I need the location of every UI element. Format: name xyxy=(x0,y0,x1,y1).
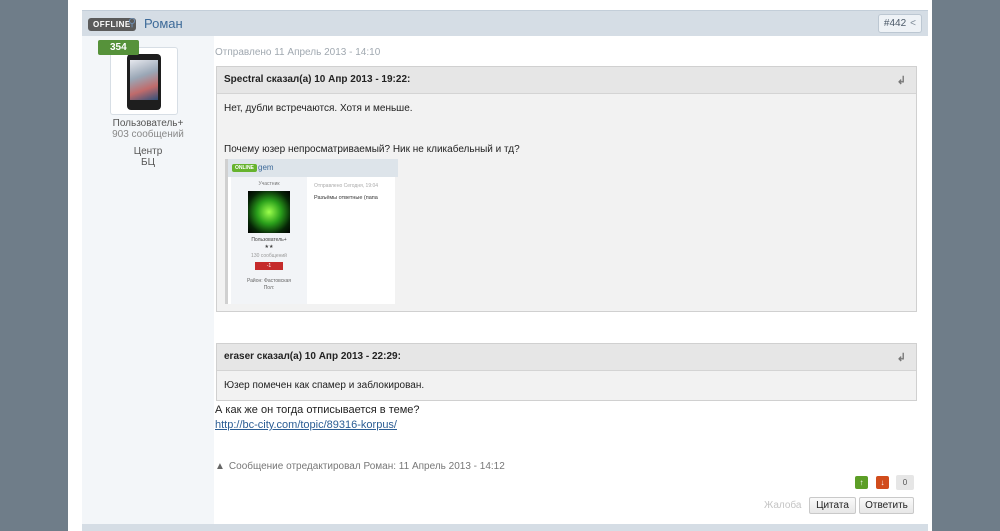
forum-page: OFFLINE ⚲ Роман #442 < 354 Пользователь+ … xyxy=(68,0,932,531)
share-icon: < xyxy=(910,18,916,29)
phone-avatar-image xyxy=(127,54,161,110)
post-header: OFFLINE ⚲ Роман #442 < xyxy=(82,10,928,36)
quote-line: Почему юзер непросматриваемый? Ник не кл… xyxy=(224,144,520,155)
author-rank: Пользователь+ xyxy=(112,118,184,129)
vote-down-button[interactable]: ↓ xyxy=(876,476,889,489)
biohazard-avatar-image xyxy=(248,191,290,233)
embedded-date: Отправлено Сегодня, 19:04 xyxy=(314,183,379,189)
page-background-right xyxy=(932,0,1000,531)
quote-header: eraser сказал(а) 10 Апр 2013 - 22:29: ↲ xyxy=(217,344,916,371)
edit-note: ▲ Сообщение отредактировал Роман: 11 Апре… xyxy=(215,461,505,472)
page-background-left xyxy=(0,0,68,531)
jump-to-quote-icon[interactable]: ↲ xyxy=(897,74,906,87)
embedded-stars: ★★ xyxy=(264,244,274,250)
embedded-rep: -1 xyxy=(255,262,283,270)
author-name-link[interactable]: Роман xyxy=(144,16,183,31)
embedded-gender: Пол: xyxy=(263,285,275,291)
reputation-badge: 354 xyxy=(98,40,139,55)
warning-icon: ▲ xyxy=(215,461,225,472)
quote-line: Юзер помечен как спамер и заблокирован. xyxy=(224,380,425,391)
embedded-region: Район: Фастовская xyxy=(246,278,292,284)
embedded-screenshot: ONLINE gem Участник Пользователь+ ★★ 130… xyxy=(225,159,398,304)
jump-to-quote-icon[interactable]: ↲ xyxy=(897,351,906,364)
embedded-author-name: gem xyxy=(258,163,274,172)
quote-line: Нет, дубли встречаются. Хотя и меньше. xyxy=(224,103,413,114)
quote-body: Юзер помечен как спамер и заблокирован. xyxy=(217,371,916,400)
quote-author: Spectral сказал(а) 10 Апр 2013 - 19:22: xyxy=(224,74,411,85)
post-text: А как же он тогда отписывается в теме? xyxy=(215,404,420,416)
embedded-rank: Пользователь+ xyxy=(251,237,287,243)
embedded-posts: 130 сообщений xyxy=(251,253,287,259)
embedded-status-badge: ONLINE xyxy=(232,164,257,172)
edit-note-text: Сообщение отредактировал Роман: 11 Апрел… xyxy=(228,461,505,472)
post-link[interactable]: http://bc-city.com/topic/89316-korpus/ xyxy=(215,419,397,431)
author-location-line2: БЦ xyxy=(141,157,155,168)
post-number: #442 xyxy=(883,18,907,29)
author-location-line1: Центр xyxy=(133,146,163,157)
next-post-header xyxy=(82,524,928,531)
avatar[interactable] xyxy=(110,47,178,115)
quote-header: Spectral сказал(а) 10 Апр 2013 - 19:22: … xyxy=(217,67,916,94)
quote-body: Нет, дубли встречаются. Хотя и меньше. П… xyxy=(217,94,916,164)
report-link[interactable]: Жалоба xyxy=(764,500,801,511)
quote-button[interactable]: Цитата xyxy=(809,497,856,514)
quote-author: eraser сказал(а) 10 Апр 2013 - 22:29: xyxy=(224,351,401,362)
vote-up-button[interactable]: ↑ xyxy=(855,476,868,489)
reply-button[interactable]: Ответить xyxy=(859,497,914,514)
quote-block-2: eraser сказал(а) 10 Апр 2013 - 22:29: ↲ … xyxy=(216,343,917,401)
post-date: Отправлено 11 Апрель 2013 - 14:10 xyxy=(215,47,381,58)
embedded-text: Разъёмы ответные (папа xyxy=(314,195,378,201)
embedded-role: Участник xyxy=(258,181,280,187)
author-post-count: 903 сообщений xyxy=(112,129,184,140)
user-icon: ⚲ xyxy=(128,17,137,29)
quote-block-1: Spectral сказал(а) 10 Апр 2013 - 19:22: … xyxy=(216,66,917,312)
vote-count: 0 xyxy=(896,475,914,490)
post-number-button[interactable]: #442 < xyxy=(877,14,922,33)
